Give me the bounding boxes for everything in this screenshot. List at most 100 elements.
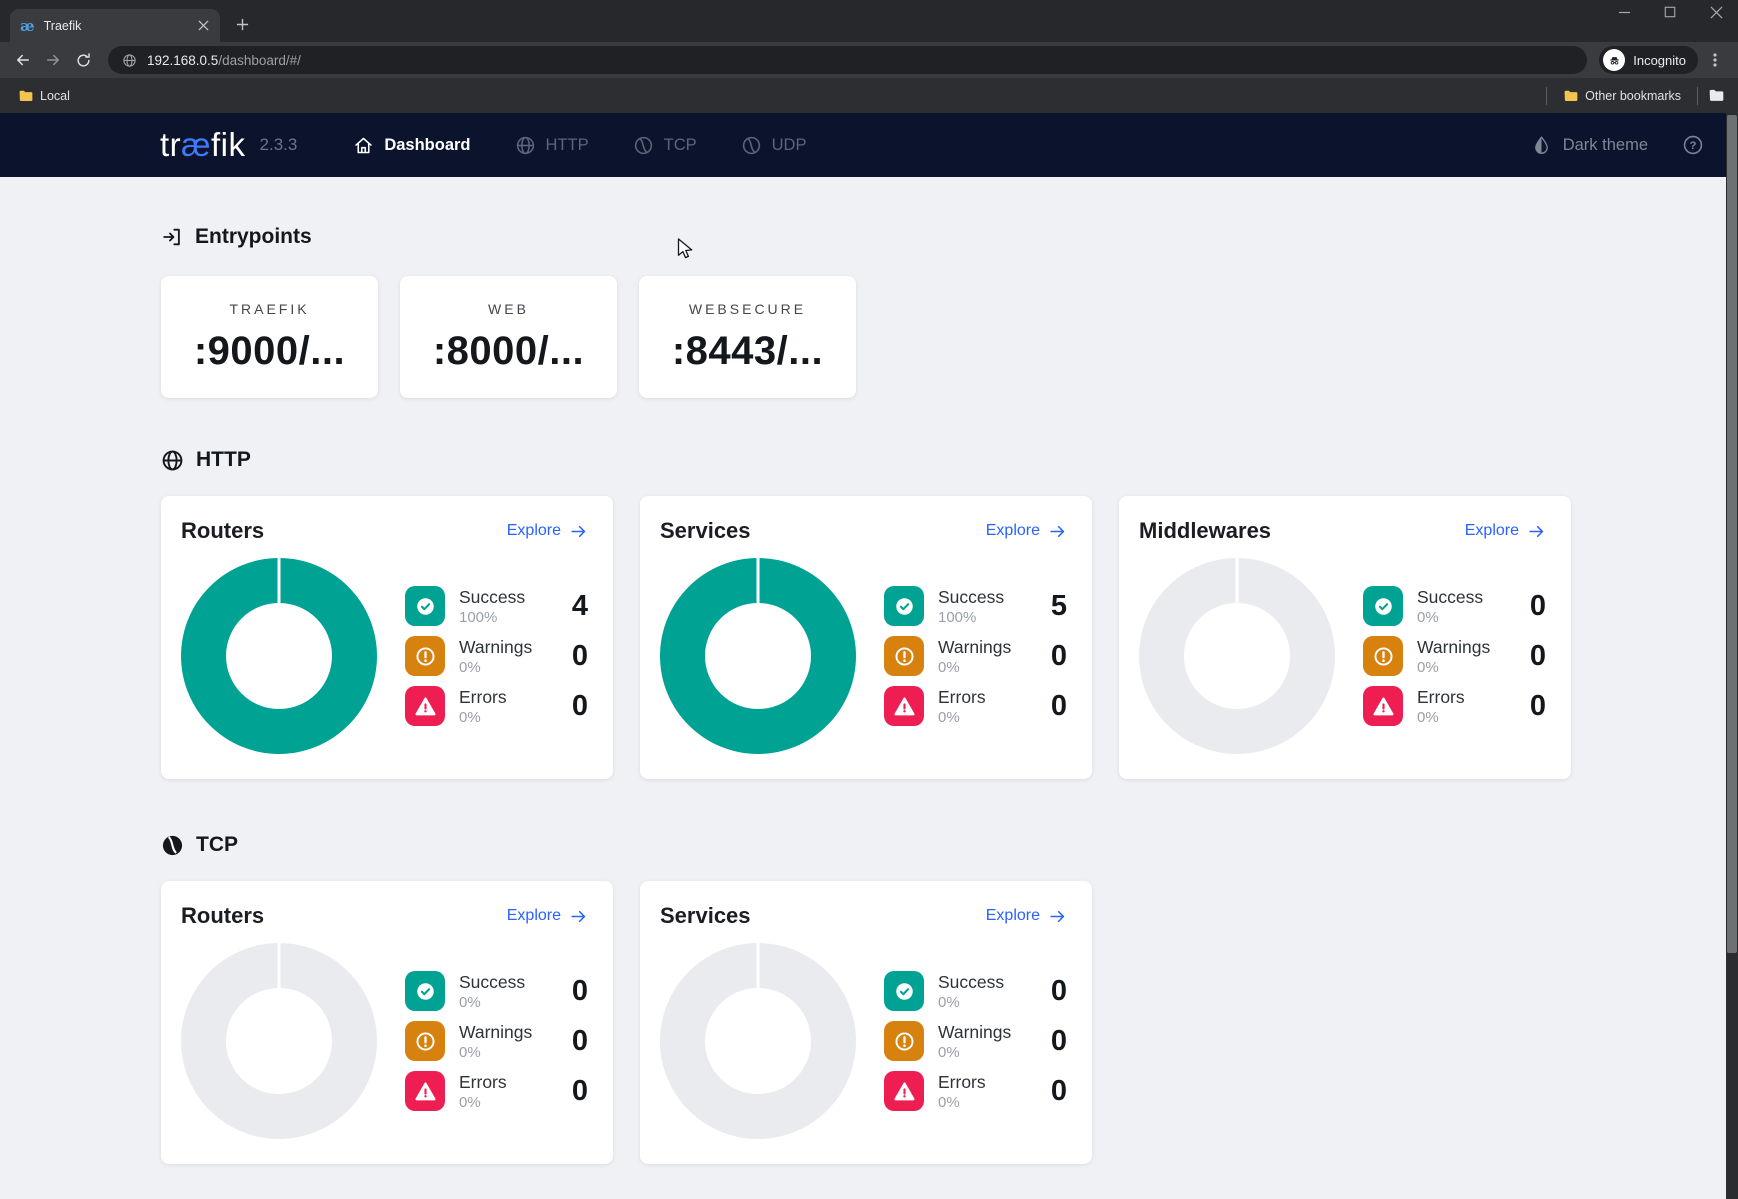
nav-label: TCP [664, 136, 697, 155]
stat-label: Success [938, 587, 1004, 608]
tcp-sphere-icon [633, 135, 654, 156]
refresh-button[interactable] [70, 47, 96, 73]
error-icon [884, 1071, 924, 1111]
traefik-favicon-icon: æ [20, 17, 35, 35]
stat-value: 0 [572, 690, 588, 723]
window-maximize-icon[interactable] [1662, 4, 1678, 20]
nav-item-dashboard[interactable]: Dashboard [353, 135, 470, 156]
stat-percent: 0% [938, 1094, 986, 1111]
warnings-stat-row: Warnings0% 0 [884, 1021, 1067, 1061]
back-button[interactable] [10, 47, 36, 73]
browser-tab[interactable]: æ Traefik [10, 9, 220, 42]
stat-percent: 0% [459, 1044, 532, 1061]
nav-item-http[interactable]: HTTP [515, 135, 589, 156]
nav-item-udp[interactable]: UDP [741, 135, 807, 156]
stat-value: 0 [1051, 640, 1067, 673]
traefik-logo: træfik [160, 126, 246, 164]
entrypoints-section-header: Entrypoints [161, 177, 1738, 249]
tcp-title: TCP [196, 833, 238, 857]
stat-label: Errors [459, 1072, 507, 1093]
stat-percent: 0% [459, 1094, 507, 1111]
success-icon [405, 971, 445, 1011]
warning-icon [405, 1021, 445, 1061]
errors-stat-row: Errors0% 0 [405, 1071, 588, 1111]
help-icon[interactable]: ? [1682, 134, 1704, 156]
success-stat-row: Success0% 0 [884, 971, 1067, 1011]
stat-value: 5 [1051, 590, 1067, 623]
stat-percent: 0% [1417, 609, 1483, 626]
bookmarks-bar: Local Other bookmarks [0, 78, 1738, 113]
explore-link[interactable]: Explore [507, 522, 588, 541]
site-info-globe-icon[interactable] [122, 53, 137, 68]
entrypoints-icon [161, 226, 183, 248]
stat-label: Warnings [938, 637, 1011, 658]
all-bookmarks-folder-icon[interactable] [1708, 88, 1724, 103]
dark-theme-toggle[interactable]: Dark theme [1532, 135, 1648, 156]
nav-label: HTTP [546, 136, 589, 155]
explore-link[interactable]: Explore [986, 522, 1067, 541]
success-stat-row: Success0% 0 [405, 971, 588, 1011]
forward-button[interactable] [40, 47, 66, 73]
nav-item-tcp[interactable]: TCP [633, 135, 697, 156]
http-title: HTTP [196, 448, 251, 472]
bookmark-local-label: Local [40, 89, 70, 103]
middlewares-donut-chart [1139, 558, 1335, 754]
page-scrollbar[interactable] [1726, 113, 1738, 1199]
entrypoint-port: :8000/... [433, 329, 584, 374]
stat-percent: 0% [459, 994, 525, 1011]
entrypoint-name: TRAEFIK [229, 301, 309, 317]
stat-value: 0 [1051, 690, 1067, 723]
warning-icon [405, 636, 445, 676]
browser-menu-icon[interactable] [1702, 47, 1728, 73]
entrypoint-port: :9000/... [194, 329, 345, 374]
stat-percent: 100% [938, 609, 1004, 626]
stat-percent: 0% [459, 659, 532, 676]
warning-icon [884, 1021, 924, 1061]
errors-stat-row: Errors0% 0 [405, 686, 588, 726]
nav-label: UDP [772, 136, 807, 155]
window-close-icon[interactable] [1708, 4, 1724, 20]
arrow-right-icon [1048, 522, 1067, 541]
other-bookmarks[interactable]: Other bookmarks [1557, 86, 1687, 106]
stat-label: Errors [938, 687, 986, 708]
services-donut-chart [660, 943, 856, 1139]
error-icon [884, 686, 924, 726]
stat-percent: 0% [1417, 709, 1465, 726]
stat-label: Success [1417, 587, 1483, 608]
window-minimize-icon[interactable] [1616, 4, 1632, 20]
explore-link[interactable]: Explore [1465, 522, 1546, 541]
folder-icon [18, 89, 33, 103]
stat-percent: 0% [938, 659, 1011, 676]
address-bar[interactable]: 192.168.0.5/dashboard/#/ [108, 46, 1587, 74]
stat-label: Warnings [459, 1022, 532, 1043]
success-stat-row: Success0% 0 [1363, 586, 1546, 626]
tcp-section-icon [161, 834, 184, 857]
tcp-services-card: Services Explore Success0% 0 [640, 881, 1092, 1164]
success-icon [884, 971, 924, 1011]
tab-close-icon[interactable] [194, 17, 212, 35]
stat-label: Success [938, 972, 1004, 993]
stat-value: 0 [572, 1075, 588, 1108]
stat-label: Success [459, 587, 525, 608]
nav-label: Dashboard [384, 136, 470, 155]
new-tab-button[interactable] [228, 10, 256, 38]
explore-link[interactable]: Explore [986, 907, 1067, 926]
url-host: 192.168.0.5 [147, 53, 218, 68]
explore-link[interactable]: Explore [507, 907, 588, 926]
stat-percent: 0% [938, 709, 986, 726]
card-title: Routers [181, 518, 264, 544]
bookmark-local[interactable]: Local [12, 86, 76, 106]
scrollbar-thumb[interactable] [1727, 115, 1737, 953]
stat-value: 0 [1051, 1075, 1067, 1108]
stat-label: Success [459, 972, 525, 993]
card-title: Services [660, 903, 751, 929]
incognito-label: Incognito [1633, 53, 1686, 68]
warning-icon [1363, 636, 1403, 676]
warnings-stat-row: Warnings0% 0 [405, 636, 588, 676]
stat-value: 0 [1530, 640, 1546, 673]
dark-theme-label: Dark theme [1563, 136, 1648, 155]
error-icon [405, 1071, 445, 1111]
entrypoint-port: :8443/... [672, 329, 823, 374]
errors-stat-row: Errors0% 0 [1363, 686, 1546, 726]
http-middlewares-card: Middlewares Explore Success0% 0 [1119, 496, 1571, 779]
